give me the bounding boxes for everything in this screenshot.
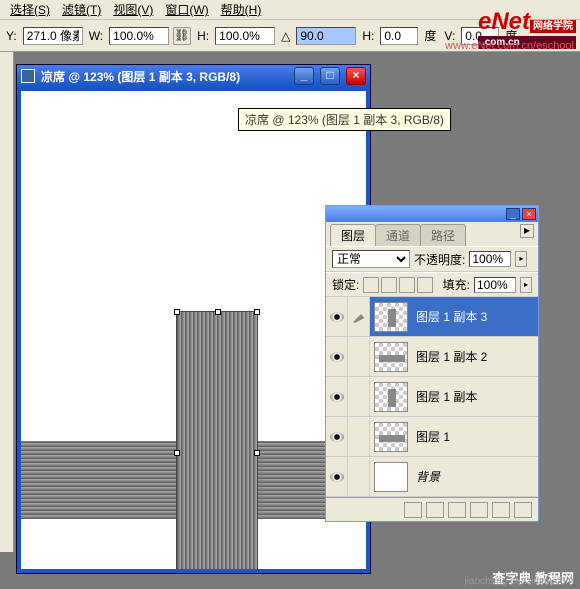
layer-row[interactable]: 图层 1 副本 [326,377,538,417]
y-label: Y: [4,29,19,43]
panel-menu-button[interactable]: ▸ [520,224,534,238]
minimize-button[interactable]: _ [294,67,314,85]
document-canvas[interactable] [21,91,366,569]
eye-icon [330,392,344,402]
fx-icon[interactable] [404,502,422,518]
artwork-vertical[interactable] [176,311,258,569]
menu-select[interactable]: 选择(S) [4,0,56,20]
layer-name[interactable]: 图层 1 副本 [412,388,538,405]
menu-filter[interactable]: 滤镜(T) [56,0,107,20]
tab-paths[interactable]: 路径 [420,224,466,246]
w-label: W: [87,29,105,43]
layers-list[interactable]: 图层 1 副本 3 图层 1 副本 2 图层 1 副本 图层 1 背景 [326,297,538,497]
panel-titlebar[interactable]: _ × [326,206,538,222]
layer-name[interactable]: 背景 [412,468,538,485]
layer-row[interactable]: 背景 [326,457,538,497]
blend-mode-select[interactable]: 正常 [332,250,410,268]
visibility-toggle[interactable] [326,417,348,456]
link-toggle[interactable] [348,417,370,456]
maximize-button[interactable]: □ [320,67,340,85]
layer-name[interactable]: 图层 1 副本 2 [412,348,538,365]
panel-tabs: 图层 通道 路径 ▸ [326,222,538,246]
menu-help[interactable]: 帮助(H) [215,0,268,20]
layer-row[interactable]: 图层 1 [326,417,538,457]
visibility-toggle[interactable] [326,457,348,496]
opacity-input[interactable] [469,251,511,267]
lock-pixels-icon[interactable] [381,277,397,293]
visibility-toggle[interactable] [326,377,348,416]
angle-icon: △ [279,29,292,43]
close-button[interactable]: × [346,67,366,85]
opacity-label: 不透明度: [414,251,465,268]
transform-handle[interactable] [254,450,260,456]
layer-thumbnail[interactable] [374,422,408,452]
transform-handle[interactable] [254,309,260,315]
folder-icon[interactable] [448,502,466,518]
layer-thumbnail[interactable] [374,462,408,492]
transform-handle[interactable] [174,450,180,456]
link-icon[interactable]: ⛓ [173,27,191,45]
transform-handle[interactable] [215,309,221,315]
mask-icon[interactable] [426,502,444,518]
layer-thumbnail[interactable] [374,342,408,372]
eye-icon [330,472,344,482]
lock-position-icon[interactable] [399,277,415,293]
h2-input[interactable] [380,27,418,45]
transform-handle[interactable] [174,309,180,315]
angle-input[interactable] [296,27,356,45]
w-input[interactable] [109,27,169,45]
layer-thumbnail[interactable] [374,382,408,412]
menu-view[interactable]: 视图(V) [107,0,159,20]
layer-row[interactable]: 图层 1 副本 3 [326,297,538,337]
tab-channels[interactable]: 通道 [375,224,421,246]
link-toggle[interactable] [348,297,370,336]
h-input[interactable] [215,27,275,45]
new-layer-icon[interactable] [492,502,510,518]
panel-close-button[interactable]: × [522,208,536,220]
document-window: 凉席 @ 123% (图层 1 副本 3, RGB/8) _ □ × [16,64,371,574]
layers-panel: _ × 图层 通道 路径 ▸ 正常 不透明度: ▸ 锁定: 填充: ▸ 图层 1… [325,205,539,522]
layer-row[interactable]: 图层 1 副本 2 [326,337,538,377]
deg-label: 度 [422,27,438,44]
visibility-toggle[interactable] [326,337,348,376]
document-titlebar[interactable]: 凉席 @ 123% (图层 1 副本 3, RGB/8) _ □ × [17,65,370,87]
h-label: H: [195,29,211,43]
menu-bar: 选择(S) 滤镜(T) 视图(V) 窗口(W) 帮助(H) [0,0,580,20]
h2-label: H: [360,29,376,43]
document-icon [21,69,35,83]
source-url: jiaocheng.chazidian.com [464,562,574,587]
eye-icon [330,352,344,362]
link-toggle[interactable] [348,457,370,496]
link-toggle[interactable] [348,377,370,416]
fill-arrow[interactable]: ▸ [520,277,532,293]
layer-thumbnail[interactable] [374,302,408,332]
tooltip: 凉席 @ 123% (图层 1 副本 3, RGB/8) [238,108,451,131]
panel-footer [326,497,538,521]
layer-name[interactable]: 图层 1 [412,428,538,445]
brush-icon [353,311,365,323]
lock-all-icon[interactable] [417,277,433,293]
blend-opacity-row: 正常 不透明度: ▸ [326,246,538,272]
panel-minimize-button[interactable]: _ [506,208,520,220]
fill-label: 填充: [443,276,470,293]
link-toggle[interactable] [348,337,370,376]
fill-input[interactable] [474,277,516,293]
menu-window[interactable]: 窗口(W) [159,0,214,20]
lock-fill-row: 锁定: 填充: ▸ [326,272,538,297]
tab-layers[interactable]: 图层 [330,224,376,246]
layer-name[interactable]: 图层 1 副本 3 [412,308,538,325]
toolbox[interactable] [0,52,14,552]
eye-icon [330,432,344,442]
trash-icon[interactable] [514,502,532,518]
document-title: 凉席 @ 123% (图层 1 副本 3, RGB/8) [41,68,288,85]
visibility-toggle[interactable] [326,297,348,336]
watermark-url: www.eNet.com.cn/eschool [445,40,574,52]
lock-transparency-icon[interactable] [363,277,379,293]
lock-label: 锁定: [332,276,359,293]
eye-icon [330,312,344,322]
opacity-arrow[interactable]: ▸ [515,251,527,267]
adjustment-icon[interactable] [470,502,488,518]
y-input[interactable] [23,27,83,45]
